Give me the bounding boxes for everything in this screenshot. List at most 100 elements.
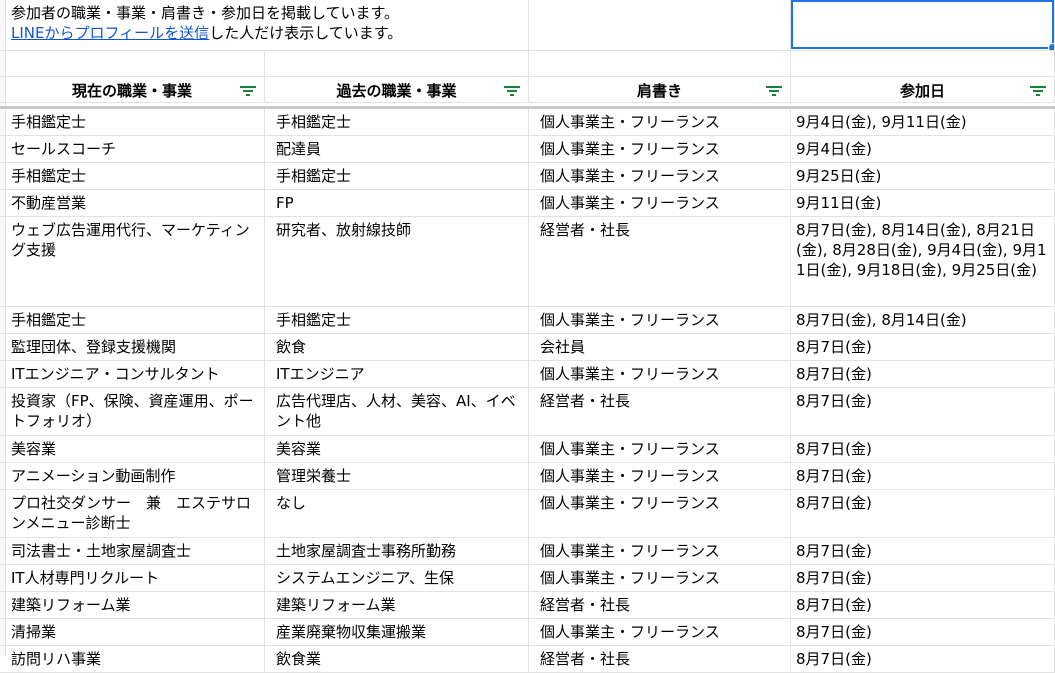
table-cell[interactable]: 個人事業主・フリーランス xyxy=(529,136,791,163)
table-cell[interactable]: 個人事業主・フリーランス xyxy=(529,463,791,490)
table-cell[interactable]: 会社員 xyxy=(529,334,791,361)
table-row: 監理団体、登録支援機関 飲食 会社員 8月7日(金) xyxy=(0,334,1055,361)
header-current-job[interactable]: 現在の職業・事業 xyxy=(0,77,265,103)
note-line1: 参加者の職業・事業・肩書き・参加日を掲載しています。 xyxy=(11,4,400,22)
table-cell[interactable]: 個人事業主・フリーランス xyxy=(529,163,791,190)
table-row: アニメーション動画制作 管理栄養士 個人事業主・フリーランス 8月7日(金) xyxy=(0,463,1055,490)
table-cell[interactable]: 手相鑑定士 xyxy=(265,163,529,190)
empty-row xyxy=(0,51,1055,77)
header-row: 現在の職業・事業 過去の職業・事業 肩書き 参加日 xyxy=(0,77,1055,109)
selected-cell[interactable] xyxy=(791,0,1054,50)
table-cell[interactable]: アニメーション動画制作 xyxy=(0,463,265,490)
note-cell[interactable]: 参加者の職業・事業・肩書き・参加日を掲載しています。 LINEからプロフィールを… xyxy=(0,0,529,51)
table-cell[interactable]: 8月7日(金) xyxy=(791,538,1055,565)
table-cell[interactable]: 手相鑑定士 xyxy=(265,307,529,334)
table-cell[interactable]: 8月7日(金) xyxy=(791,565,1055,592)
table-cell[interactable]: 個人事業主・フリーランス xyxy=(529,490,791,538)
table-cell[interactable]: プロ社交ダンサー 兼 エステサロンメニュー診断士 xyxy=(0,490,265,538)
table-cell[interactable]: システムエンジニア、生保 xyxy=(265,565,529,592)
table-cell[interactable]: 8月7日(金) xyxy=(791,592,1055,619)
header-date[interactable]: 参加日 xyxy=(791,77,1055,103)
table-cell[interactable]: 8月7日(金) xyxy=(791,619,1055,646)
header-past-job[interactable]: 過去の職業・事業 xyxy=(265,77,529,103)
table-cell[interactable]: 建築リフォーム業 xyxy=(265,592,529,619)
table-row: 不動産営業 FP 個人事業主・フリーランス 9月11日(金) xyxy=(0,190,1055,217)
table-cell[interactable]: 9月4日(金) xyxy=(791,136,1055,163)
table-cell[interactable]: FP xyxy=(265,190,529,217)
table-cell[interactable]: 飲食 xyxy=(265,334,529,361)
header-title[interactable]: 肩書き xyxy=(529,77,791,103)
table-row: 訪問リハ事業 飲食業 経営者・社長 8月7日(金) xyxy=(0,646,1055,673)
table-cell[interactable]: 経営者・社長 xyxy=(529,388,791,436)
table-cell[interactable]: 8月7日(金) xyxy=(791,646,1055,673)
table-cell[interactable]: 個人事業主・フリーランス xyxy=(529,538,791,565)
header-label: 肩書き xyxy=(636,82,682,100)
table-cell[interactable]: 個人事業主・フリーランス xyxy=(529,565,791,592)
table-cell[interactable]: 広告代理店、人材、美容、AI、イベント他 xyxy=(265,388,529,436)
table-cell[interactable]: 美容業 xyxy=(265,436,529,463)
table-cell[interactable]: 8月7日(金) xyxy=(791,388,1055,436)
table-cell[interactable]: 産業廃棄物収集運搬業 xyxy=(265,619,529,646)
table-cell[interactable]: ウェブ広告運用代行、マーケティング支援 xyxy=(0,217,265,307)
table-cell[interactable]: ITエンジニア・コンサルタント xyxy=(0,361,265,388)
table-cell[interactable]: 8月7日(金) xyxy=(791,463,1055,490)
table-cell[interactable]: 司法書士・土地家屋調査士 xyxy=(0,538,265,565)
table-cell[interactable]: 個人事業主・フリーランス xyxy=(529,190,791,217)
line-profile-link[interactable]: LINEからプロフィールを送信 xyxy=(11,24,209,42)
table-cell[interactable]: 不動産営業 xyxy=(0,190,265,217)
table-cell[interactable]: 8月7日(金), 8月14日(金), 8月21日(金), 8月28日(金), 9… xyxy=(791,217,1055,307)
table-cell[interactable]: 訪問リハ事業 xyxy=(0,646,265,673)
table-cell[interactable]: 建築リフォーム業 xyxy=(0,592,265,619)
filter-icon[interactable] xyxy=(240,86,256,96)
table-cell[interactable]: なし xyxy=(265,490,529,538)
table-cell[interactable]: 管理栄養士 xyxy=(265,463,529,490)
table-cell[interactable]: 8月7日(金) xyxy=(791,436,1055,463)
table-cell[interactable]: 個人事業主・フリーランス xyxy=(529,436,791,463)
filter-icon[interactable] xyxy=(504,86,520,96)
empty-cell[interactable] xyxy=(791,51,1055,77)
table-cell[interactable]: 8月7日(金) xyxy=(791,490,1055,538)
table-cell[interactable]: 9月4日(金), 9月11日(金) xyxy=(791,109,1055,136)
empty-cell[interactable] xyxy=(529,0,791,51)
filter-icon[interactable] xyxy=(766,86,782,96)
table-cell[interactable]: 個人事業主・フリーランス xyxy=(529,109,791,136)
table-cell[interactable]: 8月7日(金) xyxy=(791,361,1055,388)
header-label: 過去の職業・事業 xyxy=(336,82,457,100)
header-label: 現在の職業・事業 xyxy=(71,82,192,100)
table-cell[interactable]: 手相鑑定士 xyxy=(0,163,265,190)
table-cell[interactable]: 研究者、放射線技師 xyxy=(265,217,529,307)
table-cell[interactable]: 清掃業 xyxy=(0,619,265,646)
table-cell[interactable]: 個人事業主・フリーランス xyxy=(529,307,791,334)
filter-icon[interactable] xyxy=(1030,86,1046,96)
empty-cell[interactable] xyxy=(265,51,529,77)
table-cell[interactable]: 個人事業主・フリーランス xyxy=(529,361,791,388)
empty-cell[interactable] xyxy=(0,51,265,77)
table-cell[interactable]: 手相鑑定士 xyxy=(0,109,265,136)
table-cell[interactable]: 8月7日(金) xyxy=(791,334,1055,361)
table-cell[interactable]: 美容業 xyxy=(0,436,265,463)
table-cell[interactable]: 土地家屋調査士事務所勤務 xyxy=(265,538,529,565)
table-cell[interactable]: 飲食業 xyxy=(265,646,529,673)
table-cell[interactable]: セールスコーチ xyxy=(0,136,265,163)
table-cell[interactable]: 8月7日(金), 8月14日(金) xyxy=(791,307,1055,334)
table-row: ウェブ広告運用代行、マーケティング支援 研究者、放射線技師 経営者・社長 8月7… xyxy=(0,217,1055,307)
table-cell[interactable]: 経営者・社長 xyxy=(529,646,791,673)
table-cell[interactable]: 9月25日(金) xyxy=(791,163,1055,190)
table-cell[interactable]: IT人材専門リクルート xyxy=(0,565,265,592)
header-label: 参加日 xyxy=(899,82,945,100)
table-cell[interactable]: 経営者・社長 xyxy=(529,217,791,307)
table-cell[interactable]: 投資家（FP、保険、資産運用、ポートフォリオ） xyxy=(0,388,265,436)
table-cell[interactable]: 監理団体、登録支援機関 xyxy=(0,334,265,361)
table-cell[interactable]: 手相鑑定士 xyxy=(265,109,529,136)
table-cell[interactable]: 経営者・社長 xyxy=(529,592,791,619)
table-row: 手相鑑定士 手相鑑定士 個人事業主・フリーランス 8月7日(金), 8月14日(… xyxy=(0,307,1055,334)
empty-cell[interactable] xyxy=(529,51,791,77)
table-row: プロ社交ダンサー 兼 エステサロンメニュー診断士 なし 個人事業主・フリーランス… xyxy=(0,490,1055,538)
table-cell[interactable]: 9月11日(金) xyxy=(791,190,1055,217)
table-row: セールスコーチ 配達員 個人事業主・フリーランス 9月4日(金) xyxy=(0,136,1055,163)
table-cell[interactable]: ITエンジニア xyxy=(265,361,529,388)
table-cell[interactable]: 個人事業主・フリーランス xyxy=(529,619,791,646)
fill-handle[interactable] xyxy=(1048,43,1054,50)
table-cell[interactable]: 配達員 xyxy=(265,136,529,163)
table-cell[interactable]: 手相鑑定士 xyxy=(0,307,265,334)
